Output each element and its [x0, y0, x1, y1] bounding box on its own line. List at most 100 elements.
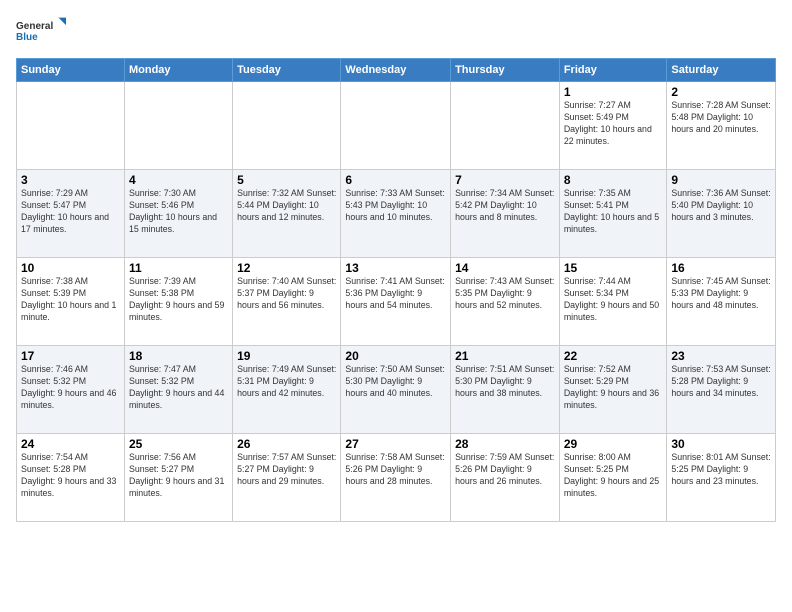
day-info: Sunrise: 7:57 AM Sunset: 5:27 PM Dayligh… [237, 452, 336, 488]
day-info: Sunrise: 7:40 AM Sunset: 5:37 PM Dayligh… [237, 276, 336, 312]
calendar-day-cell: 22Sunrise: 7:52 AM Sunset: 5:29 PM Dayli… [559, 346, 667, 434]
day-info: Sunrise: 7:54 AM Sunset: 5:28 PM Dayligh… [21, 452, 120, 500]
day-number: 5 [237, 173, 336, 187]
calendar-week-row: 17Sunrise: 7:46 AM Sunset: 5:32 PM Dayli… [17, 346, 776, 434]
calendar-weekday-header: Saturday [667, 59, 776, 82]
day-number: 15 [564, 261, 663, 275]
day-info: Sunrise: 7:46 AM Sunset: 5:32 PM Dayligh… [21, 364, 120, 412]
day-info: Sunrise: 8:01 AM Sunset: 5:25 PM Dayligh… [671, 452, 771, 488]
calendar-table: SundayMondayTuesdayWednesdayThursdayFrid… [16, 58, 776, 522]
calendar-day-cell: 15Sunrise: 7:44 AM Sunset: 5:34 PM Dayli… [559, 258, 667, 346]
day-info: Sunrise: 7:39 AM Sunset: 5:38 PM Dayligh… [129, 276, 228, 324]
calendar-day-cell: 2Sunrise: 7:28 AM Sunset: 5:48 PM Daylig… [667, 82, 776, 170]
day-number: 29 [564, 437, 663, 451]
day-number: 7 [455, 173, 555, 187]
calendar-day-cell [341, 82, 451, 170]
calendar-weekday-header: Thursday [451, 59, 560, 82]
day-info: Sunrise: 7:32 AM Sunset: 5:44 PM Dayligh… [237, 188, 336, 224]
day-number: 12 [237, 261, 336, 275]
page: General Blue SundayMondayTuesdayWednesda… [0, 0, 792, 612]
day-info: Sunrise: 7:47 AM Sunset: 5:32 PM Dayligh… [129, 364, 228, 412]
calendar-day-cell [233, 82, 341, 170]
day-info: Sunrise: 7:59 AM Sunset: 5:26 PM Dayligh… [455, 452, 555, 488]
day-number: 30 [671, 437, 771, 451]
calendar-day-cell: 5Sunrise: 7:32 AM Sunset: 5:44 PM Daylig… [233, 170, 341, 258]
calendar-weekday-header: Friday [559, 59, 667, 82]
calendar-weekday-header: Wednesday [341, 59, 451, 82]
day-info: Sunrise: 7:33 AM Sunset: 5:43 PM Dayligh… [345, 188, 446, 224]
calendar-day-cell: 20Sunrise: 7:50 AM Sunset: 5:30 PM Dayli… [341, 346, 451, 434]
day-number: 8 [564, 173, 663, 187]
calendar-day-cell: 9Sunrise: 7:36 AM Sunset: 5:40 PM Daylig… [667, 170, 776, 258]
calendar-week-row: 10Sunrise: 7:38 AM Sunset: 5:39 PM Dayli… [17, 258, 776, 346]
logo: General Blue [16, 12, 66, 52]
day-info: Sunrise: 7:35 AM Sunset: 5:41 PM Dayligh… [564, 188, 663, 236]
day-info: Sunrise: 7:45 AM Sunset: 5:33 PM Dayligh… [671, 276, 771, 312]
day-info: Sunrise: 7:34 AM Sunset: 5:42 PM Dayligh… [455, 188, 555, 224]
day-info: Sunrise: 7:29 AM Sunset: 5:47 PM Dayligh… [21, 188, 120, 236]
day-number: 28 [455, 437, 555, 451]
day-info: Sunrise: 7:52 AM Sunset: 5:29 PM Dayligh… [564, 364, 663, 412]
day-number: 4 [129, 173, 228, 187]
day-number: 26 [237, 437, 336, 451]
calendar-day-cell [17, 82, 125, 170]
calendar-day-cell: 16Sunrise: 7:45 AM Sunset: 5:33 PM Dayli… [667, 258, 776, 346]
day-number: 19 [237, 349, 336, 363]
day-info: Sunrise: 7:36 AM Sunset: 5:40 PM Dayligh… [671, 188, 771, 224]
svg-text:Blue: Blue [16, 32, 38, 43]
calendar-day-cell: 3Sunrise: 7:29 AM Sunset: 5:47 PM Daylig… [17, 170, 125, 258]
calendar-day-cell: 19Sunrise: 7:49 AM Sunset: 5:31 PM Dayli… [233, 346, 341, 434]
day-info: Sunrise: 7:56 AM Sunset: 5:27 PM Dayligh… [129, 452, 228, 500]
calendar-day-cell: 23Sunrise: 7:53 AM Sunset: 5:28 PM Dayli… [667, 346, 776, 434]
calendar-day-cell: 26Sunrise: 7:57 AM Sunset: 5:27 PM Dayli… [233, 434, 341, 522]
day-number: 22 [564, 349, 663, 363]
day-number: 11 [129, 261, 228, 275]
day-number: 6 [345, 173, 446, 187]
calendar-day-cell: 21Sunrise: 7:51 AM Sunset: 5:30 PM Dayli… [451, 346, 560, 434]
calendar-day-cell: 27Sunrise: 7:58 AM Sunset: 5:26 PM Dayli… [341, 434, 451, 522]
day-info: Sunrise: 7:50 AM Sunset: 5:30 PM Dayligh… [345, 364, 446, 400]
calendar-day-cell: 10Sunrise: 7:38 AM Sunset: 5:39 PM Dayli… [17, 258, 125, 346]
calendar-day-cell: 29Sunrise: 8:00 AM Sunset: 5:25 PM Dayli… [559, 434, 667, 522]
calendar-day-cell: 6Sunrise: 7:33 AM Sunset: 5:43 PM Daylig… [341, 170, 451, 258]
calendar-weekday-header: Sunday [17, 59, 125, 82]
day-info: Sunrise: 7:43 AM Sunset: 5:35 PM Dayligh… [455, 276, 555, 312]
calendar-day-cell: 11Sunrise: 7:39 AM Sunset: 5:38 PM Dayli… [124, 258, 232, 346]
calendar-weekday-header: Monday [124, 59, 232, 82]
day-info: Sunrise: 8:00 AM Sunset: 5:25 PM Dayligh… [564, 452, 663, 500]
day-info: Sunrise: 7:27 AM Sunset: 5:49 PM Dayligh… [564, 100, 663, 148]
header: General Blue [16, 12, 776, 52]
calendar-day-cell: 18Sunrise: 7:47 AM Sunset: 5:32 PM Dayli… [124, 346, 232, 434]
calendar-week-row: 24Sunrise: 7:54 AM Sunset: 5:28 PM Dayli… [17, 434, 776, 522]
calendar-day-cell: 17Sunrise: 7:46 AM Sunset: 5:32 PM Dayli… [17, 346, 125, 434]
calendar-day-cell: 14Sunrise: 7:43 AM Sunset: 5:35 PM Dayli… [451, 258, 560, 346]
day-number: 27 [345, 437, 446, 451]
day-info: Sunrise: 7:28 AM Sunset: 5:48 PM Dayligh… [671, 100, 771, 136]
day-number: 20 [345, 349, 446, 363]
day-info: Sunrise: 7:49 AM Sunset: 5:31 PM Dayligh… [237, 364, 336, 400]
day-number: 23 [671, 349, 771, 363]
calendar-header-row: SundayMondayTuesdayWednesdayThursdayFrid… [17, 59, 776, 82]
calendar-day-cell: 24Sunrise: 7:54 AM Sunset: 5:28 PM Dayli… [17, 434, 125, 522]
calendar-week-row: 3Sunrise: 7:29 AM Sunset: 5:47 PM Daylig… [17, 170, 776, 258]
day-number: 2 [671, 85, 771, 99]
calendar-weekday-header: Tuesday [233, 59, 341, 82]
calendar-day-cell [124, 82, 232, 170]
day-number: 9 [671, 173, 771, 187]
calendar-day-cell: 4Sunrise: 7:30 AM Sunset: 5:46 PM Daylig… [124, 170, 232, 258]
day-info: Sunrise: 7:44 AM Sunset: 5:34 PM Dayligh… [564, 276, 663, 324]
day-number: 3 [21, 173, 120, 187]
day-number: 21 [455, 349, 555, 363]
day-number: 16 [671, 261, 771, 275]
calendar-day-cell: 1Sunrise: 7:27 AM Sunset: 5:49 PM Daylig… [559, 82, 667, 170]
day-info: Sunrise: 7:51 AM Sunset: 5:30 PM Dayligh… [455, 364, 555, 400]
day-number: 25 [129, 437, 228, 451]
logo-svg: General Blue [16, 12, 66, 52]
calendar-day-cell: 30Sunrise: 8:01 AM Sunset: 5:25 PM Dayli… [667, 434, 776, 522]
day-number: 24 [21, 437, 120, 451]
day-info: Sunrise: 7:53 AM Sunset: 5:28 PM Dayligh… [671, 364, 771, 400]
day-number: 10 [21, 261, 120, 275]
svg-text:General: General [16, 21, 53, 32]
calendar-day-cell: 8Sunrise: 7:35 AM Sunset: 5:41 PM Daylig… [559, 170, 667, 258]
calendar-day-cell: 28Sunrise: 7:59 AM Sunset: 5:26 PM Dayli… [451, 434, 560, 522]
